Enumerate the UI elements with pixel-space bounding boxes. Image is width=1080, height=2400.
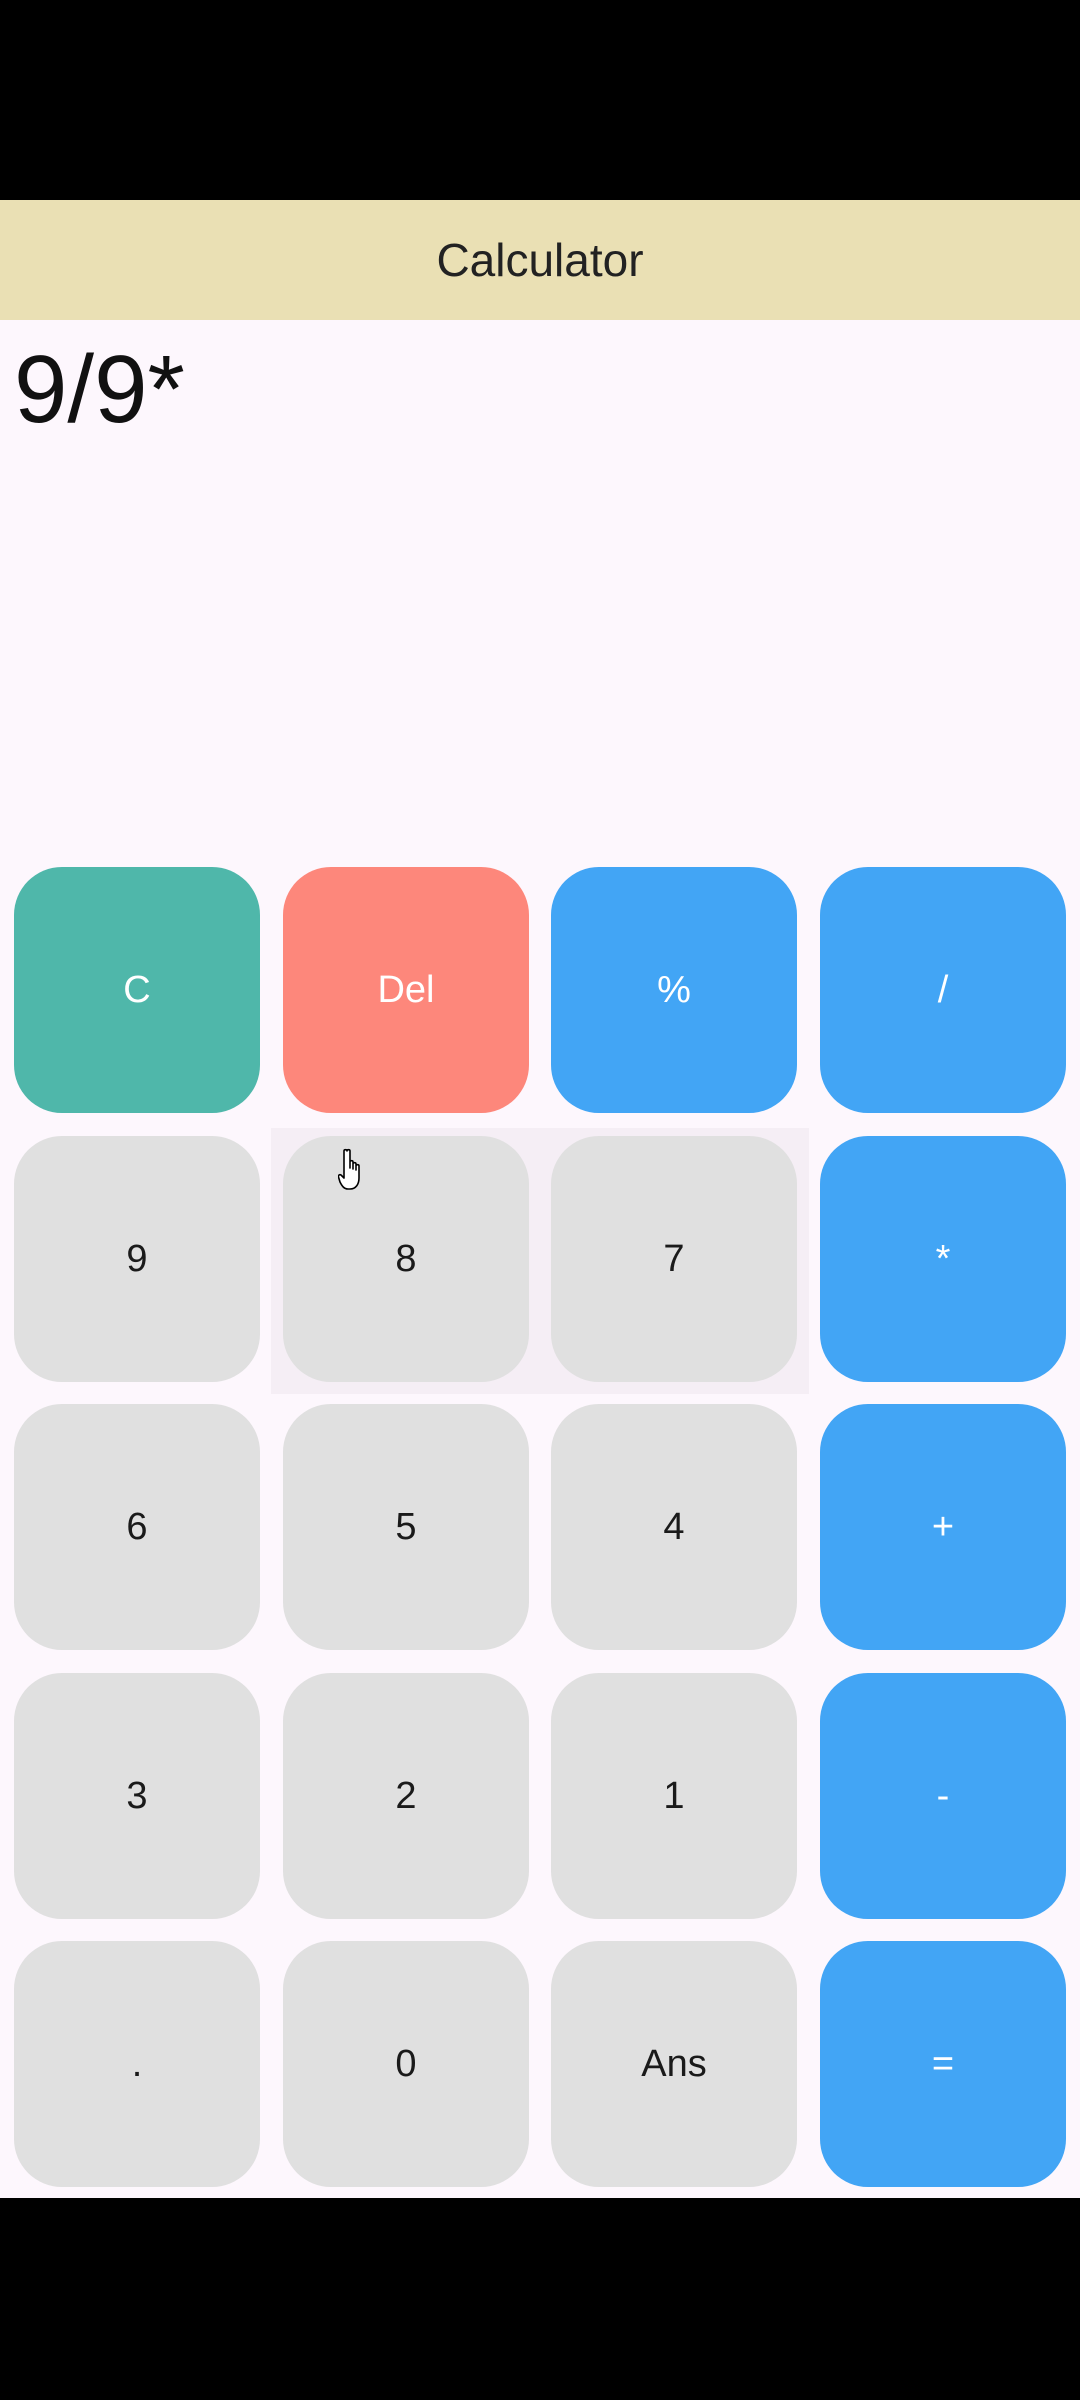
digit-9-button[interactable]: 9 [14,1136,260,1382]
digit-2-button[interactable]: 2 [283,1673,529,1919]
equals-button[interactable]: = [820,1941,1066,2187]
minus-button[interactable]: - [820,1673,1066,1919]
delete-button[interactable]: Del [283,867,529,1113]
divide-button[interactable]: / [820,867,1066,1113]
decimal-button[interactable]: . [14,1941,260,2187]
multiply-button[interactable]: * [820,1136,1066,1382]
digit-4-button[interactable]: 4 [551,1404,797,1650]
digit-0-button[interactable]: 0 [283,1941,529,2187]
digit-7-button[interactable]: 7 [551,1136,797,1382]
app-title: Calculator [436,234,644,286]
ans-button[interactable]: Ans [551,1941,797,2187]
digit-3-button[interactable]: 3 [14,1673,260,1919]
expression-display: 9/9* [14,336,185,443]
app-bar: Calculator [0,200,1080,320]
plus-button[interactable]: + [820,1404,1066,1650]
digit-6-button[interactable]: 6 [14,1404,260,1650]
percent-button[interactable]: % [551,867,797,1113]
digit-8-button[interactable]: 8 [283,1136,529,1382]
digit-1-button[interactable]: 1 [551,1673,797,1919]
clear-button[interactable]: C [14,867,260,1113]
hand-pointer-icon [338,1148,360,1190]
calculator-screen: Calculator 9/9* C Del % / 9 8 7 * 6 5 4 … [0,200,1080,2198]
navigation-bar [0,2198,1080,2400]
digit-5-button[interactable]: 5 [283,1404,529,1650]
